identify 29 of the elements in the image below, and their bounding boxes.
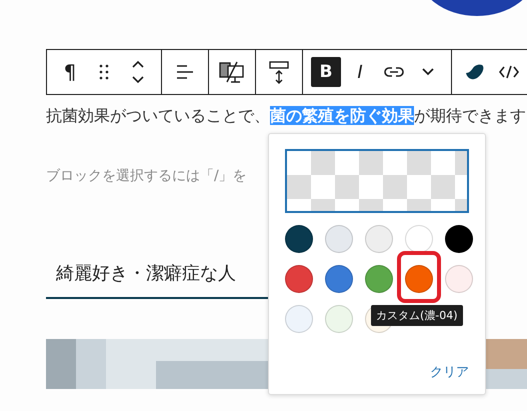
bold-button[interactable]: B: [311, 57, 341, 87]
clear-link[interactable]: クリア: [430, 363, 469, 381]
drag-handle-icon: [99, 64, 109, 80]
color-swatch[interactable]: [365, 225, 393, 253]
spacing-icon: [268, 60, 290, 84]
color-swatch[interactable]: [285, 225, 313, 253]
italic-button[interactable]: I: [345, 57, 375, 87]
align-left-icon: [176, 64, 194, 80]
color-swatch[interactable]: [405, 265, 433, 293]
color-preview[interactable]: [285, 149, 469, 213]
color-swatch[interactable]: [405, 225, 433, 253]
color-swatch[interactable]: [445, 265, 473, 293]
color-swatch[interactable]: [325, 225, 353, 253]
chevron-up-down-icon: [131, 60, 145, 84]
color-swatch[interactable]: [285, 305, 313, 333]
selected-text: 菌の繁殖を防ぐ効果: [270, 106, 414, 125]
chevron-down-icon: [422, 68, 434, 76]
paragraph-button[interactable]: ¶: [55, 57, 85, 87]
color-swatch[interactable]: [325, 305, 353, 333]
code-icon: [499, 65, 519, 79]
link-icon: [384, 66, 404, 78]
color-swatch[interactable]: [445, 225, 473, 253]
paragraph-text: 抗菌効果がついていることで、菌の繁殖を防ぐ効果が期待できます: [46, 105, 527, 127]
color-swatch[interactable]: [325, 265, 353, 293]
monitor-icon: [219, 61, 245, 83]
color-swatch[interactable]: [365, 265, 393, 293]
droplet-icon: [465, 64, 485, 80]
color-swatch[interactable]: [285, 265, 313, 293]
tooltip: カスタム(濃-04): [371, 305, 463, 326]
